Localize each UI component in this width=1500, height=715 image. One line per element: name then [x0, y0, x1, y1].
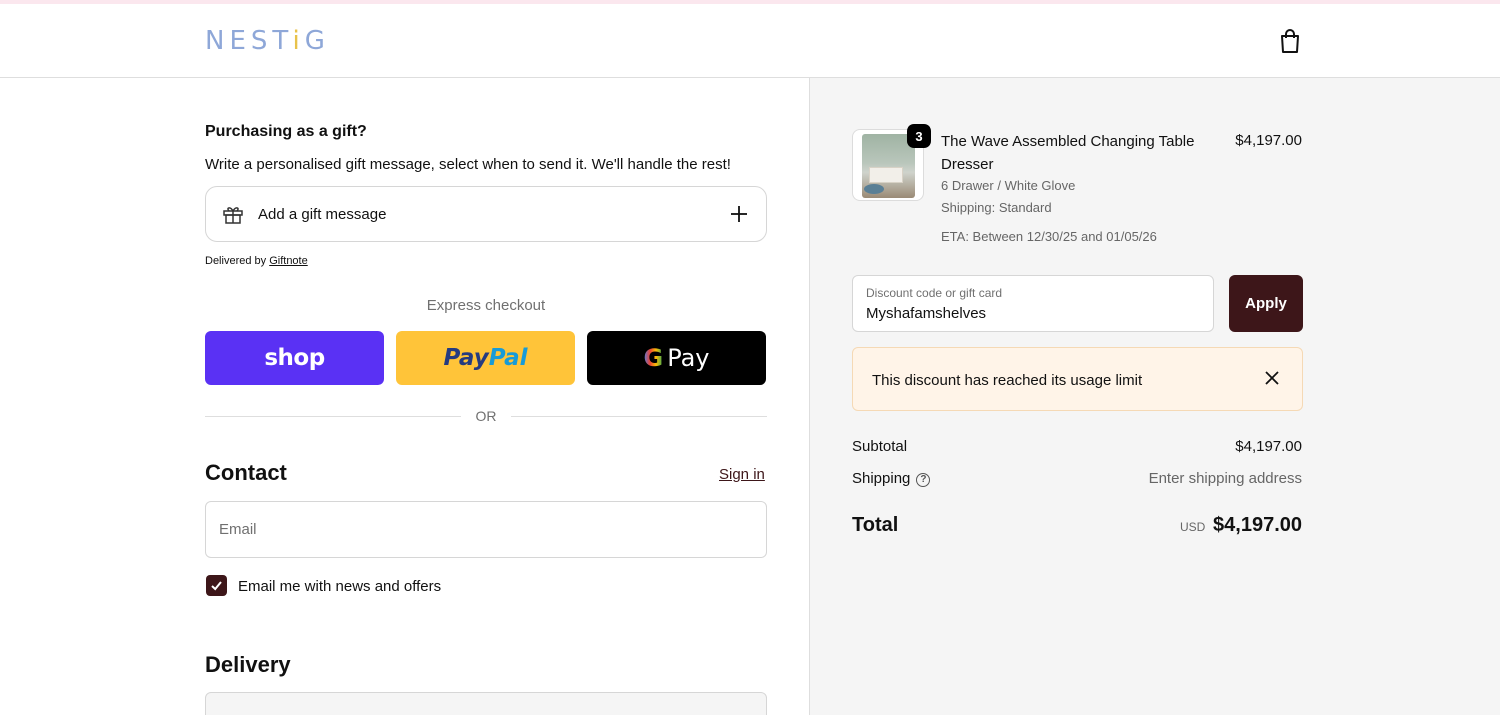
discount-code-field[interactable]: Discount code or gift card Myshafamshelv…: [852, 275, 1214, 332]
newsletter-label: Email me with news and offers: [238, 578, 442, 595]
email-field[interactable]: [205, 501, 767, 558]
paypal-label-pal: Pal: [488, 345, 528, 371]
or-divider: OR: [205, 407, 767, 427]
subtotal-value: $4,197.00: [1235, 438, 1302, 455]
apply-discount-button[interactable]: Apply: [1229, 275, 1303, 332]
delivered-by: Delivered by Giftnote: [205, 255, 308, 267]
total-currency: USD: [1180, 520, 1206, 534]
gift-title: Purchasing as a gift?: [205, 123, 367, 140]
shipping-row-label: Shipping?: [852, 470, 931, 487]
google-pay-label: Pay: [667, 344, 710, 372]
shipping-value: Enter shipping address: [1148, 470, 1302, 487]
gift-description: Write a personalised gift message, selec…: [205, 156, 731, 173]
contact-title: Contact: [205, 460, 287, 485]
or-text: OR: [475, 408, 497, 424]
subtotal-label: Subtotal: [852, 438, 908, 455]
discount-field-label: Discount code or gift card: [866, 286, 1003, 300]
product-name: The Wave Assembled Changing Table Dresse…: [941, 133, 1195, 173]
gift-icon: [223, 207, 243, 224]
delivery-title: Delivery: [205, 652, 291, 677]
shop-pay-button[interactable]: shop: [205, 331, 384, 385]
close-icon[interactable]: [1264, 370, 1280, 386]
plus-icon: [731, 206, 747, 222]
product-price: $4,197.00: [1235, 132, 1302, 149]
help-icon[interactable]: ?: [916, 473, 931, 487]
discount-error-alert: This discount has reached its usage limi…: [852, 347, 1303, 411]
product-eta: ETA: Between 12/30/25 and 01/05/26: [941, 229, 1157, 244]
shipping-label: Shipping: [852, 470, 911, 487]
add-gift-message-button[interactable]: Add a gift message: [205, 186, 767, 242]
add-gift-message-label: Add a gift message: [258, 206, 387, 223]
product-shipping-method: Shipping: Standard: [941, 200, 1052, 215]
alert-message: This discount has reached its usage limi…: [872, 372, 1143, 389]
quantity-badge: 3: [907, 124, 931, 148]
delivered-by-label: Delivered by: [205, 255, 267, 267]
shop-pay-label: shop: [264, 345, 325, 371]
google-pay-button[interactable]: G Pay: [587, 331, 766, 385]
giftnote-link[interactable]: Giftnote: [269, 255, 308, 267]
header: NESTiG: [0, 4, 1500, 78]
nestig-logo[interactable]: NESTiG: [205, 26, 330, 56]
paypal-button[interactable]: Pay Pal: [396, 331, 575, 385]
paypal-label-pay: Pay: [443, 345, 489, 371]
apply-label: Apply: [1245, 295, 1287, 312]
total-label: Total: [852, 514, 899, 536]
shopping-bag-icon[interactable]: [1278, 28, 1302, 54]
product-image-rug: [864, 184, 884, 194]
product-image-dresser: [869, 167, 903, 183]
checkmark-icon: [211, 581, 222, 591]
google-g-icon: G: [643, 344, 664, 372]
logo-text-a: NEST: [205, 26, 293, 56]
discount-field-value: Myshafamshelves: [866, 305, 987, 322]
sign-in-link[interactable]: Sign in: [719, 466, 765, 483]
country-select[interactable]: [205, 692, 767, 715]
express-checkout-label: Express checkout: [426, 297, 546, 314]
logo-text-i: i: [292, 26, 305, 56]
product-variant: 6 Drawer / White Glove: [941, 178, 1076, 193]
newsletter-checkbox[interactable]: [206, 575, 227, 596]
logo-text-b: G: [304, 26, 330, 56]
total-value: $4,197.00: [1213, 514, 1302, 536]
